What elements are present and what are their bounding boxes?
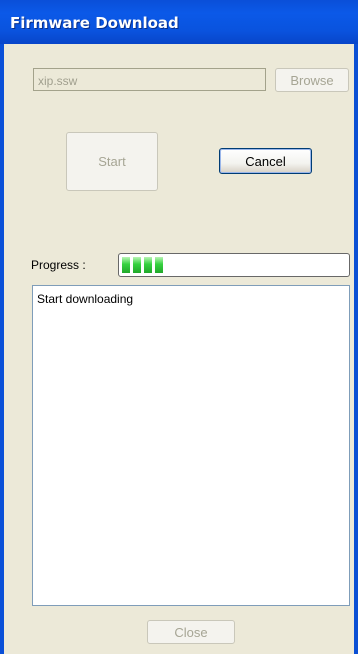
log-output[interactable]: Start downloading — [32, 285, 350, 606]
progress-label: Progress : — [31, 258, 86, 272]
progress-block — [144, 257, 152, 273]
log-line: Start downloading — [37, 292, 134, 306]
dialog-body: xip.ssw Browse Start Cancel Progress : S… — [4, 44, 354, 654]
close-button[interactable]: Close — [147, 620, 235, 644]
browse-button[interactable]: Browse — [275, 68, 349, 92]
start-button[interactable]: Start — [66, 132, 158, 191]
window-title: Firmware Download — [10, 14, 179, 32]
progress-block — [122, 257, 130, 273]
progress-bar — [118, 253, 350, 277]
progress-block — [155, 257, 163, 273]
firmware-file-field: xip.ssw — [33, 68, 266, 91]
window-border-right — [354, 44, 358, 654]
cancel-button[interactable]: Cancel — [219, 148, 312, 174]
progress-block — [133, 257, 141, 273]
firmware-download-window: Firmware Download xip.ssw Browse Start C… — [0, 0, 358, 654]
title-bar[interactable]: Firmware Download — [0, 0, 358, 44]
